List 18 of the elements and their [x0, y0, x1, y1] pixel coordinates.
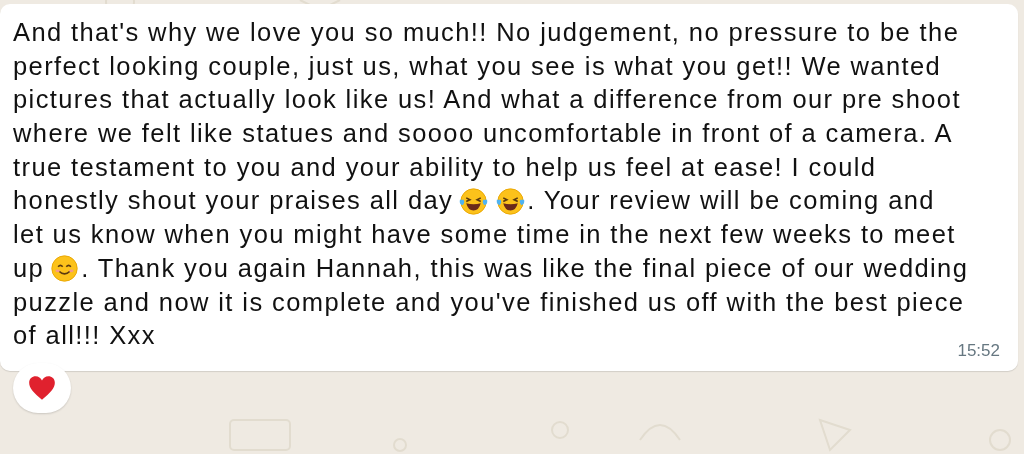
smiling-face-icon — [50, 254, 80, 284]
message-text: true testament to you and your ability to help us feel at ease! I could — [13, 151, 877, 183]
message-text: And that's why we love you so much!! No judgement, no pressure to be the — [13, 17, 960, 48]
heart-icon — [28, 374, 56, 401]
message-text: puzzle and now it is complete and you've finished us off with the best piece — [13, 286, 965, 318]
message-text: up — [13, 252, 45, 284]
message-time: 15:52 — [957, 340, 1000, 361]
message-text: . Thank you again Hannah, this was like the final piece of our wedding — [81, 252, 969, 284]
laughing-face-icon — [459, 186, 489, 216]
laughing-face-icon — [496, 186, 526, 216]
reaction-badge[interactable] — [13, 362, 71, 413]
message-text: . Your review will be coming and — [527, 185, 935, 217]
message-text: let us know when you might have some time in the next few weeks to meet — [13, 219, 956, 251]
message-text: pictures that actually look like us! And what a difference from our pre shoot — [13, 84, 961, 116]
message-text: perfect looking couple, just us, what you see is what you get!! We wanted — [13, 50, 942, 82]
message-text: where we felt like statues and soooo uncomfortable in front of a camera. A — [13, 118, 953, 150]
message-text: of all!!! Xxx — [13, 320, 156, 352]
message-text: honestly shout your praises all day — [13, 185, 454, 217]
